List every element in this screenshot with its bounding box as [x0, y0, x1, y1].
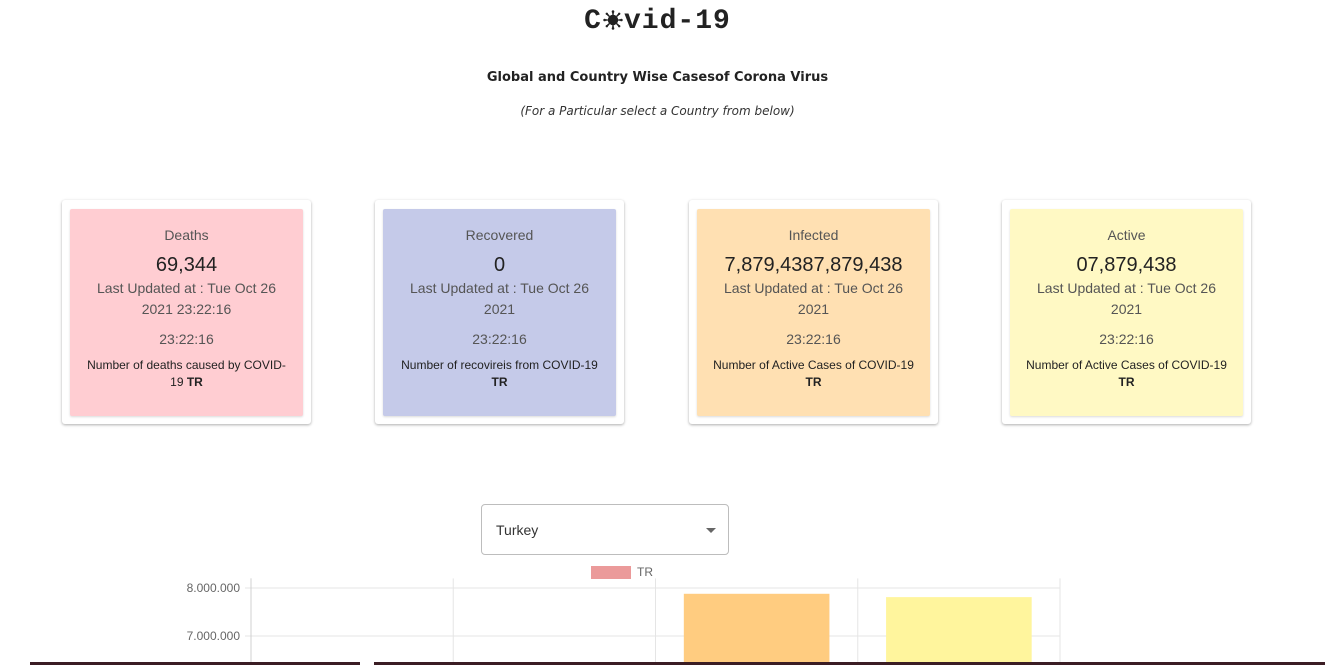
card-time: 23:22:16	[159, 331, 214, 347]
card-description: Number of deaths caused by COVID-19 TR	[82, 357, 291, 391]
card-value: 0	[493, 254, 506, 276]
card-time: 23:22:16	[786, 331, 841, 347]
active-card-body: Active 07,879,438 Last Updated at : Tue …	[1010, 209, 1243, 416]
card-title: Recovered	[465, 227, 534, 243]
card-last-updated: Last Updated at : Tue Oct 26 2021	[724, 280, 903, 317]
app-title: C vid-19	[0, 4, 1315, 40]
card-description: Number of recovireis from COVID-19 TR	[395, 357, 604, 391]
page-subtitle: Global and Country Wise Casesof Corona V…	[486, 70, 829, 85]
recovered-card-body: Recovered 0 Last Updated at : Tue Oct 26…	[383, 209, 616, 416]
card-country-code: TR	[1118, 375, 1135, 389]
card-value: 07,879,438	[1076, 254, 1177, 276]
card-title: Infected	[788, 227, 839, 243]
country-select-value: Turkey	[496, 522, 539, 538]
card-country-code: TR	[491, 375, 508, 389]
chart-bar	[683, 593, 830, 665]
country-select[interactable]: Turkey	[481, 504, 729, 555]
chevron-down-icon[interactable]	[706, 528, 716, 533]
stats-cards: Deaths 69,344 Last Updated at : Tue Oct …	[62, 200, 1252, 425]
page-hint: (For a Particular select a Country from …	[520, 104, 795, 118]
card-last-updated: Last Updated at : Tue Oct 26 2021	[410, 280, 589, 317]
card-value: 7,879,4387,879,438	[724, 254, 903, 276]
page: C vid-19 Global and Country Wise Casesof	[0, 0, 1325, 665]
title-prefix: C	[584, 6, 602, 37]
deaths-card-body: Deaths 69,344 Last Updated at : Tue Oct …	[70, 209, 303, 416]
recovered-card: Recovered 0 Last Updated at : Tue Oct 26…	[375, 200, 624, 424]
card-title: Deaths	[164, 227, 209, 243]
card-last-updated: Last Updated at : Tue Oct 26 2021 23:22:…	[97, 280, 276, 317]
y-tick-label: 8.000.000	[187, 581, 241, 595]
infected-card-body: Infected 7,879,4387,879,438 Last Updated…	[697, 209, 930, 416]
virus-icon	[603, 10, 623, 30]
card-last-updated: Last Updated at : Tue Oct 26 2021	[1037, 280, 1216, 317]
card-value: 69,344	[155, 254, 218, 276]
active-card: Active 07,879,438 Last Updated at : Tue …	[1002, 200, 1251, 424]
card-description: Number of Active Cases of COVID-19 TR	[1022, 357, 1231, 391]
card-time: 23:22:16	[1099, 331, 1154, 347]
legend-swatch	[591, 566, 631, 579]
card-description-text: Number of Active Cases of COVID-19	[1026, 358, 1227, 372]
title-suffix: vid-19	[623, 6, 731, 37]
deaths-card: Deaths 69,344 Last Updated at : Tue Oct …	[62, 200, 311, 424]
card-country-code: TR	[186, 375, 203, 389]
card-country-code: TR	[805, 375, 822, 389]
card-description: Number of Active Cases of COVID-19 TR	[709, 357, 918, 391]
card-time: 23:22:16	[472, 331, 527, 347]
country-chart: TR 8.000.000 7.000.000	[187, 565, 1061, 665]
card-description-text: Number of Active Cases of COVID-19	[713, 358, 914, 372]
chart-bar	[886, 597, 1032, 665]
card-title: Active	[1107, 227, 1146, 243]
legend-label: TR	[637, 565, 653, 579]
infected-card: Infected 7,879,4387,879,438 Last Updated…	[689, 200, 938, 424]
card-description-text: Number of recovireis from COVID-19	[401, 358, 598, 372]
y-tick-label: 7.000.000	[187, 629, 241, 643]
